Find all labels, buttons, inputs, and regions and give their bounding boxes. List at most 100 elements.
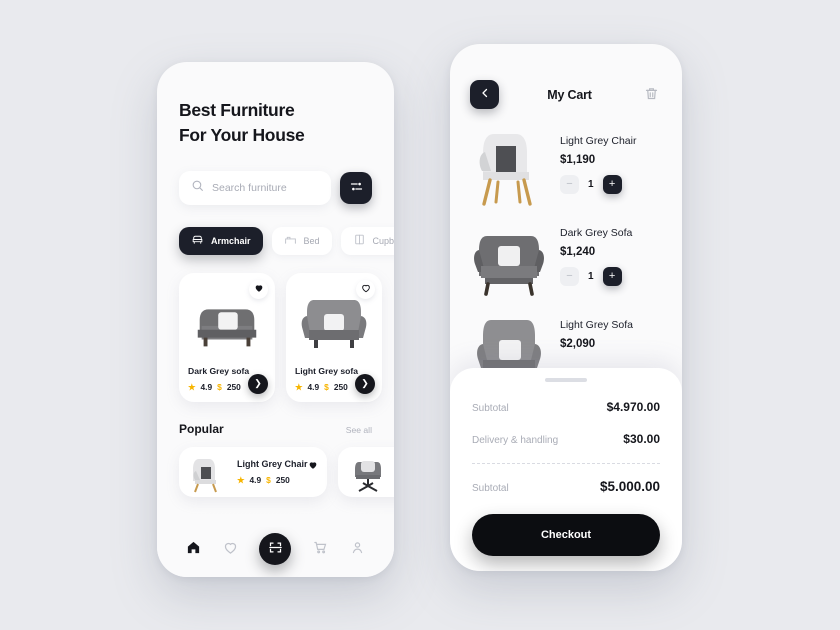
product-cards: Dark Grey sofa ★ 4.9 $ 250 ❯ Light Grey … — [179, 272, 382, 402]
cart-item-price: $2,090 — [560, 338, 596, 350]
see-all-link[interactable]: See all — [346, 425, 372, 435]
dollar-icon: $ — [324, 381, 329, 392]
person-icon — [350, 540, 365, 558]
page-title: My Cart — [547, 87, 592, 102]
nav-home[interactable] — [186, 540, 201, 558]
phone-home-screen: Best Furniture For Your House Search fur… — [157, 62, 394, 577]
favorite-button[interactable] — [356, 279, 375, 299]
trash-icon — [644, 85, 659, 105]
popular-section-header: Popular See all — [179, 422, 372, 436]
cart-item-info: Dark Grey Sofa $1,240 − 1 + — [560, 215, 632, 286]
decrease-quantity-button[interactable]: − — [560, 175, 579, 194]
heart-icon — [223, 540, 238, 558]
cart-item-image — [470, 123, 548, 213]
search-row — [179, 170, 372, 205]
cart-item-price: $1,240 — [560, 246, 596, 258]
chevron-right-icon: ❯ — [361, 378, 369, 389]
product-rating: 4.9 — [307, 381, 320, 392]
cart-item-name: Light Grey Sofa — [560, 319, 633, 331]
product-rating: 4.9 — [200, 381, 213, 392]
summary-row-subtotal: Subtotal $4.970.00 — [472, 400, 660, 414]
popular-item-meta: ★ 4.9 $ 250 — [237, 475, 308, 485]
product-card[interactable]: Dark Grey sofa ★ 4.9 $ 250 ❯ — [179, 272, 275, 402]
cart-item: Light Grey Chair $1,190 − 1 + — [470, 123, 662, 215]
nav-cart[interactable] — [313, 540, 328, 558]
phone-cart-screen: My Cart Light Grey Chair $1,190 − 1 + Da… — [450, 44, 682, 571]
star-icon: ★ — [237, 474, 245, 485]
order-summary-sheet: Subtotal $4.970.00 Delivery & handling $… — [450, 368, 682, 571]
list-item[interactable]: Do ★ — [338, 446, 394, 497]
quantity-stepper: − 1 + — [560, 175, 636, 194]
total-label: Subtotal — [472, 483, 509, 494]
popular-item-price: 250 — [275, 474, 290, 485]
product-card[interactable]: Light Grey sofa ★ 4.9 $ 250 ❯ — [286, 272, 382, 402]
favorite-button[interactable] — [249, 279, 268, 299]
cart-item-image — [470, 215, 548, 305]
category-chip-armchair[interactable]: Armchair — [179, 226, 263, 255]
list-item[interactable]: Light Grey Chair ★ 4.9 $ 250 — [179, 446, 327, 497]
star-icon: ★ — [188, 381, 196, 392]
summary-value: $4.970.00 — [606, 400, 660, 414]
cart-items: Light Grey Chair $1,190 − 1 + Dark Grey … — [450, 109, 682, 399]
popular-list: Light Grey Chair ★ 4.9 $ 250 — [179, 446, 394, 497]
bottom-navigation — [157, 507, 394, 577]
product-price: 250 — [226, 381, 241, 392]
product-detail-button[interactable]: ❯ — [355, 373, 375, 394]
search-icon — [191, 179, 204, 197]
quantity-value: 1 — [588, 179, 594, 190]
nav-favorites[interactable] — [223, 540, 238, 558]
cart-header: My Cart — [450, 44, 682, 109]
heart-icon — [308, 457, 318, 474]
popular-item-rating: 4.9 — [249, 474, 262, 485]
quantity-value: 1 — [588, 271, 594, 282]
popular-item-info: Light Grey Chair ★ 4.9 $ 250 — [237, 459, 308, 485]
chevron-right-icon: ❯ — [254, 378, 262, 389]
category-chips: Armchair Bed Cupbo — [179, 226, 394, 255]
sheet-drag-handle[interactable] — [545, 378, 587, 382]
category-chip-bed[interactable]: Bed — [271, 226, 332, 255]
increase-quantity-button[interactable]: + — [602, 267, 622, 286]
nav-scan[interactable] — [259, 533, 292, 565]
star-icon: ★ — [295, 381, 303, 392]
headline-line-2: For Your House — [179, 125, 305, 146]
heart-icon — [361, 280, 371, 298]
search-input[interactable] — [212, 181, 319, 194]
scan-icon — [268, 540, 283, 558]
favorite-button[interactable] — [308, 457, 318, 475]
canvas: Best Furniture For Your House Search fur… — [0, 0, 840, 630]
summary-label: Delivery & handling — [472, 435, 559, 446]
dollar-icon: $ — [217, 381, 222, 392]
popular-title: Popular — [179, 421, 224, 436]
home-icon — [186, 540, 201, 558]
category-chip-bed-label: Bed — [303, 235, 320, 246]
back-button[interactable] — [470, 80, 499, 109]
checkout-button[interactable]: Checkout — [472, 514, 660, 556]
summary-row-delivery: Delivery & handling $30.00 — [472, 432, 660, 446]
category-chip-cupboard[interactable]: Cupboard — [340, 226, 394, 255]
armchair-icon — [191, 233, 204, 248]
summary-label: Subtotal — [472, 403, 509, 414]
chevron-left-icon — [479, 87, 491, 102]
increase-quantity-button[interactable]: + — [602, 175, 622, 194]
filter-sliders-icon — [349, 179, 364, 197]
search-box[interactable] — [179, 170, 331, 205]
page-title: Best Furniture For Your House — [179, 98, 372, 149]
cart-icon — [313, 540, 328, 558]
popular-item-image — [189, 453, 227, 493]
popular-item-name: Light Grey Chair — [237, 458, 308, 469]
home-content: Best Furniture For Your House Search fur… — [157, 62, 394, 497]
delete-all-button[interactable] — [640, 85, 662, 105]
popular-item-image — [348, 453, 386, 492]
cart-item-price: $1,190 — [560, 154, 596, 166]
nav-profile[interactable] — [350, 540, 365, 558]
decrease-quantity-button[interactable]: − — [560, 267, 579, 286]
cart-item-name: Dark Grey Sofa — [560, 227, 633, 239]
filter-button[interactable] — [340, 171, 372, 204]
cart-item-info: Light Grey Chair $1,190 − 1 + — [560, 123, 636, 194]
quantity-stepper: − 1 + — [560, 267, 632, 286]
cart-item-info: Light Grey Sofa $2,090 — [560, 307, 633, 350]
cart-item: Dark Grey Sofa $1,240 − 1 + — [470, 215, 662, 307]
product-detail-button[interactable]: ❯ — [248, 373, 268, 394]
category-chip-armchair-label: Armchair — [211, 235, 251, 246]
total-value: $5.000.00 — [599, 479, 660, 494]
